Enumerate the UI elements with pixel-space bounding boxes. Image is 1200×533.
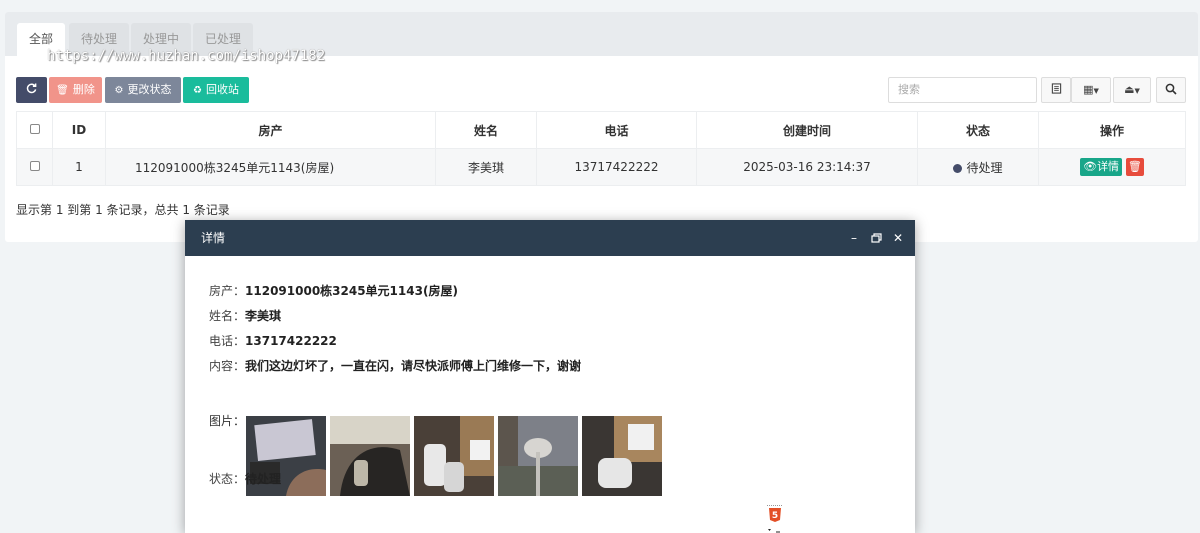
grid-icon: ▦ [1083,83,1094,96]
photo-thumbnail-5[interactable] [582,416,662,496]
maximize-icon[interactable] [871,220,882,256]
toggle-view-button[interactable] [1041,77,1071,103]
row-status-label: 待处理 [966,160,1003,175]
refresh-button[interactable] [16,77,47,103]
name-label: 姓名： [209,309,246,323]
records-table: ID 房产 姓名 电话 创建时间 状态 操作 1 112091000栋3245单… [16,111,1186,186]
row-actions: 👁详情 🗑 [1038,148,1186,186]
field-content: 内容：我们这边灯坏了，一直在闪，请尽快派师傅上门维修一下，谢谢 [209,357,581,374]
delete-label: 删除 [72,83,95,96]
row-select-cell [16,148,53,186]
content-value: 我们这边灯坏了，一直在闪，请尽快派师傅上门维修一下，谢谢 [245,359,582,373]
eye-icon: 👁 [1083,160,1098,173]
recycle-icon: ♻ [193,85,202,96]
status-value: 待处理 [245,472,282,486]
close-icon[interactable]: ✕ [893,220,903,256]
change-status-label: 更改状态 [127,83,172,96]
columns-dropdown-button[interactable]: ▦▼ [1071,77,1111,103]
search-input[interactable]: 搜索 [888,77,1037,103]
dialog-header: 详情 – ✕ [185,220,915,256]
status-dot-icon [953,163,963,173]
change-status-button[interactable]: ⚙ 更改状态 [105,77,181,103]
row-checkbox[interactable] [29,161,40,171]
field-phone: 电话：13717422222 [209,332,337,349]
search-icon [1165,83,1177,95]
row-name: 李美琪 [435,148,537,186]
dialog-title: 详情 [201,231,226,245]
field-name: 姓名：李美琪 [209,307,281,324]
trash-icon: 🗑 [1127,160,1142,173]
chevron-down-icon: ▼ [1093,87,1099,95]
delete-button[interactable]: 🗑 删除 [49,77,102,103]
refresh-icon [26,83,37,94]
col-phone: 电话 [536,111,697,149]
photo-thumbnail-3[interactable] [414,416,494,496]
pagination-info: 显示第 1 到第 1 条记录，总共 1 条记录 [16,203,230,217]
watermark-text: https://www.huzhan.com/ishop47182 [47,48,326,64]
field-property: 房产：112091000栋3245单元1143(房屋) [209,282,458,299]
minimize-icon[interactable]: – [851,220,857,256]
row-id: 1 [52,148,106,186]
property-value: 112091000栋3245单元1143(房屋) [245,284,458,298]
field-images-label: 图片： [209,414,246,428]
property-label: 房产： [209,284,246,298]
search-button[interactable] [1156,77,1186,103]
html5-badge-icon: 5 [767,505,783,533]
trash-icon: 🗑 [56,85,69,96]
table-header-row: ID 房产 姓名 电话 创建时间 状态 操作 [16,111,1186,149]
phone-value: 13717422222 [245,334,337,348]
chevron-down-icon: ▼ [1134,87,1140,95]
name-value: 李美琪 [245,309,282,323]
phone-label: 电话： [209,334,246,348]
gear-icon: ⚙ [114,85,124,96]
detail-button[interactable]: 👁详情 [1080,158,1123,176]
col-id: ID [52,111,106,149]
content-label: 内容： [209,359,246,373]
col-created: 创建时间 [696,111,918,149]
main-panel: 全部 待处理 处理中 已处理 🗑 删除 ⚙ 更改状态 ♻ 回收站 搜索 ▦▼ ⏏▼ [5,12,1198,242]
row-phone: 13717422222 [536,148,697,186]
row-property: 112091000栋3245单元1143(房屋) [105,148,436,186]
detail-label: 详情 [1097,160,1120,173]
field-status: 状态：待处理 [209,470,281,487]
export-icon: ⏏ [1124,83,1135,96]
row-created: 2025-03-16 23:14:37 [696,148,918,186]
select-all-cell [16,111,53,149]
detail-dialog: 详情 – ✕ 房产：112091000栋3245单元1143(房屋) 姓名：李美… [185,220,915,533]
col-actions: 操作 [1038,111,1186,149]
col-name: 姓名 [435,111,537,149]
table-row: 1 112091000栋3245单元1143(房屋) 李美琪 137174222… [16,148,1186,186]
row-delete-button[interactable]: 🗑 [1125,158,1144,176]
list-icon [1051,83,1061,94]
photo-thumbnail-2[interactable] [330,416,410,496]
col-status: 状态 [917,111,1039,149]
recycle-bin-button[interactable]: ♻ 回收站 [183,77,249,103]
select-all-checkbox[interactable] [29,124,40,134]
photo-thumbnail-4[interactable] [498,416,578,496]
row-status: 待处理 [917,148,1039,186]
export-dropdown-button[interactable]: ⏏▼ [1113,77,1151,103]
status-label: 状态： [209,472,246,486]
col-property: 房产 [105,111,436,149]
recycle-label: 回收站 [205,83,239,96]
svg-text:5: 5 [772,511,778,521]
